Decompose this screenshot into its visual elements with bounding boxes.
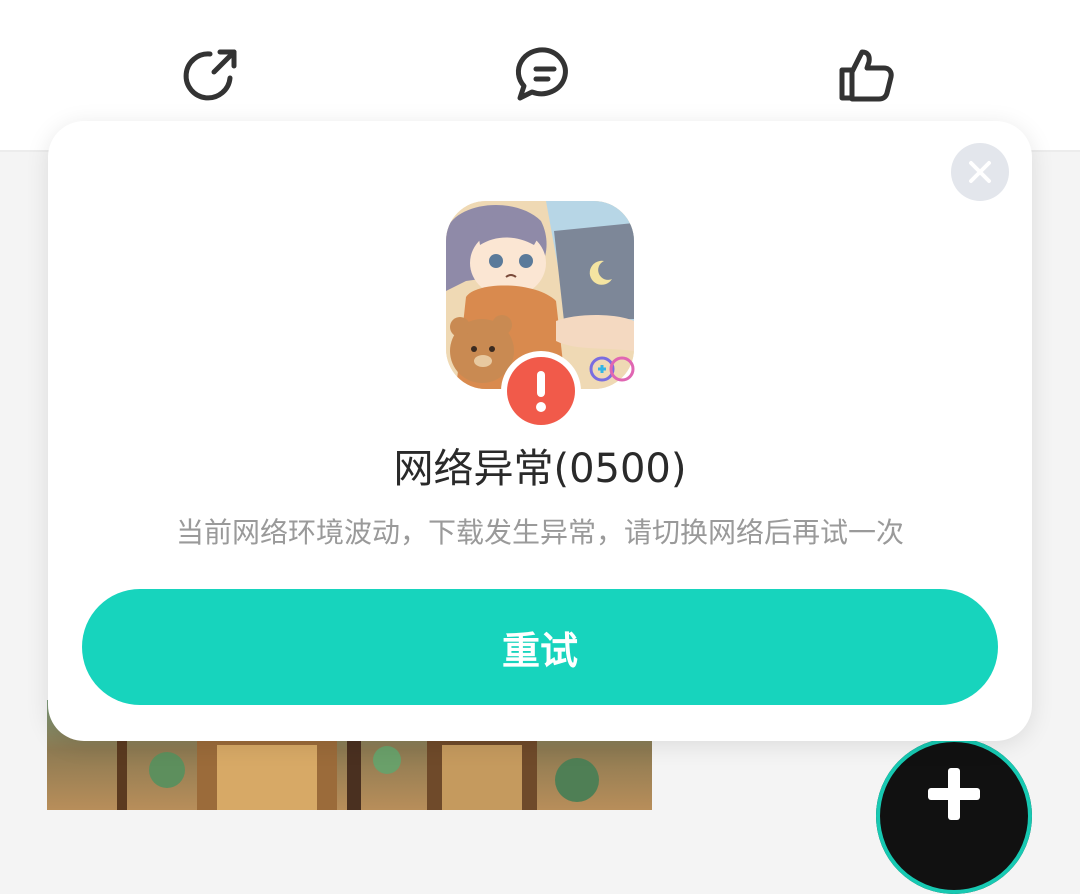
- network-error-dialog: 网络异常(0500) 当前网络环境波动，下载发生异常，请切换网络后再试一次 重试: [48, 121, 1032, 741]
- close-button[interactable]: [951, 143, 1009, 201]
- exclamation-icon: [507, 357, 575, 425]
- retry-button[interactable]: 重试: [82, 589, 998, 705]
- add-post-button[interactable]: [876, 738, 1032, 894]
- game-controller-icon: [586, 349, 638, 389]
- retry-button-label: 重试: [501, 628, 578, 673]
- share-icon[interactable]: [180, 44, 242, 106]
- dialog-message: 当前网络环境波动，下载发生异常，请切换网络后再试一次: [175, 516, 904, 549]
- dialog-title: 网络异常(0500): [393, 446, 687, 492]
- comment-icon[interactable]: [514, 44, 576, 106]
- thumbs-up-icon[interactable]: [836, 44, 898, 106]
- close-icon: [969, 161, 991, 183]
